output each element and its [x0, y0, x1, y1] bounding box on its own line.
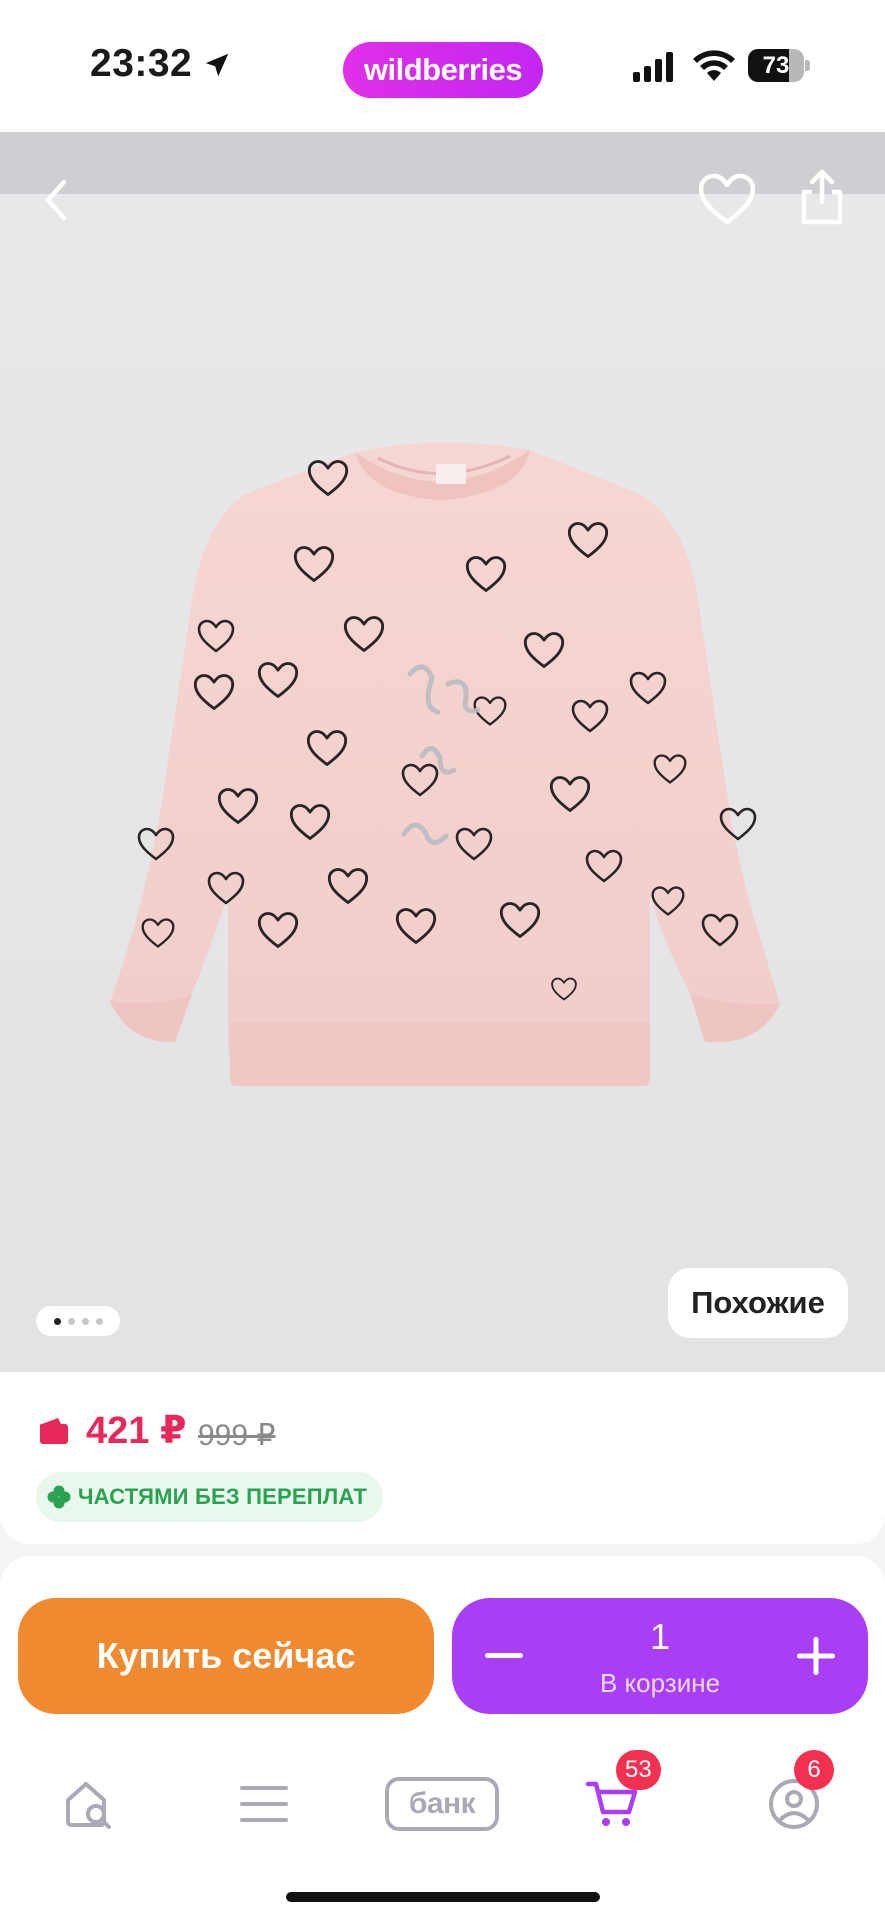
in-cart-label: В корзине [599, 1668, 721, 1698]
product-gallery[interactable]: Похожие [0, 132, 885, 1372]
status-time: 23:32 [90, 42, 193, 85]
current-price: 421 ₽ [86, 1410, 187, 1452]
gallery-pagination[interactable] [36, 1306, 120, 1336]
installment-label: ЧАСТЯМИ БЕЗ ПЕРЕПЛАТ [78, 1484, 368, 1509]
product-screen: 23:32 wildberries 73 Похожие 421 ₽ 999 ₽… [0, 0, 885, 1920]
pagination-dot[interactable] [81, 1317, 89, 1325]
price-card: 421 ₽ 999 ₽ ЧАСТЯМИ БЕЗ ПЕРЕПЛАТ [0, 1372, 885, 1544]
cellular-signal-icon [633, 52, 673, 82]
action-bar: Купить сейчас 1 В корзине [0, 1580, 885, 1730]
clover-icon [47, 1485, 71, 1509]
installment-badge[interactable]: ЧАСТЯМИ БЕЗ ПЕРЕПЛАТ [36, 1472, 384, 1522]
bank-icon: банк [385, 1777, 499, 1831]
tab-cart[interactable]: 53 [572, 1750, 661, 1844]
share-icon[interactable] [794, 166, 850, 228]
increase-quantity-button[interactable] [786, 1626, 846, 1686]
battery-level: 73 [762, 51, 790, 79]
profile-badge: 6 [794, 1750, 834, 1790]
pagination-dot[interactable] [67, 1317, 75, 1325]
old-price: 999 ₽ [198, 1419, 276, 1452]
menu-icon [240, 1786, 288, 1822]
minus-icon [485, 1653, 523, 1658]
wallet-icon [40, 1418, 68, 1444]
tab-catalog[interactable] [224, 1764, 304, 1844]
pagination-dot[interactable] [95, 1317, 103, 1325]
plus-icon [797, 1637, 835, 1675]
cart-badge: 53 [616, 1750, 661, 1790]
battery-indicator: 73 [748, 49, 810, 82]
pagination-dot[interactable] [53, 1317, 61, 1325]
decrease-quantity-button[interactable] [474, 1626, 534, 1686]
tab-profile[interactable]: 6 [754, 1750, 834, 1844]
status-bar: 23:32 wildberries 73 [0, 0, 885, 132]
home-indicator [286, 1892, 600, 1902]
back-icon[interactable] [30, 172, 86, 228]
buy-now-button[interactable]: Купить сейчас [18, 1598, 434, 1714]
heart-icon[interactable] [696, 170, 758, 228]
home-search-icon [66, 1782, 111, 1829]
bottom-tab-bar: банк 53 6 [0, 1730, 885, 1920]
location-arrow-icon [205, 53, 229, 77]
tab-home[interactable] [48, 1764, 128, 1844]
cart-quantity-control: 1 В корзине [452, 1598, 868, 1714]
quantity-value: 1 [649, 1616, 671, 1657]
wifi-icon [693, 50, 735, 81]
brand-logo: wildberries [343, 42, 543, 98]
tab-bank[interactable]: банк [380, 1764, 504, 1844]
product-photo[interactable] [0, 194, 885, 1372]
similar-button[interactable]: Похожие [668, 1268, 848, 1338]
